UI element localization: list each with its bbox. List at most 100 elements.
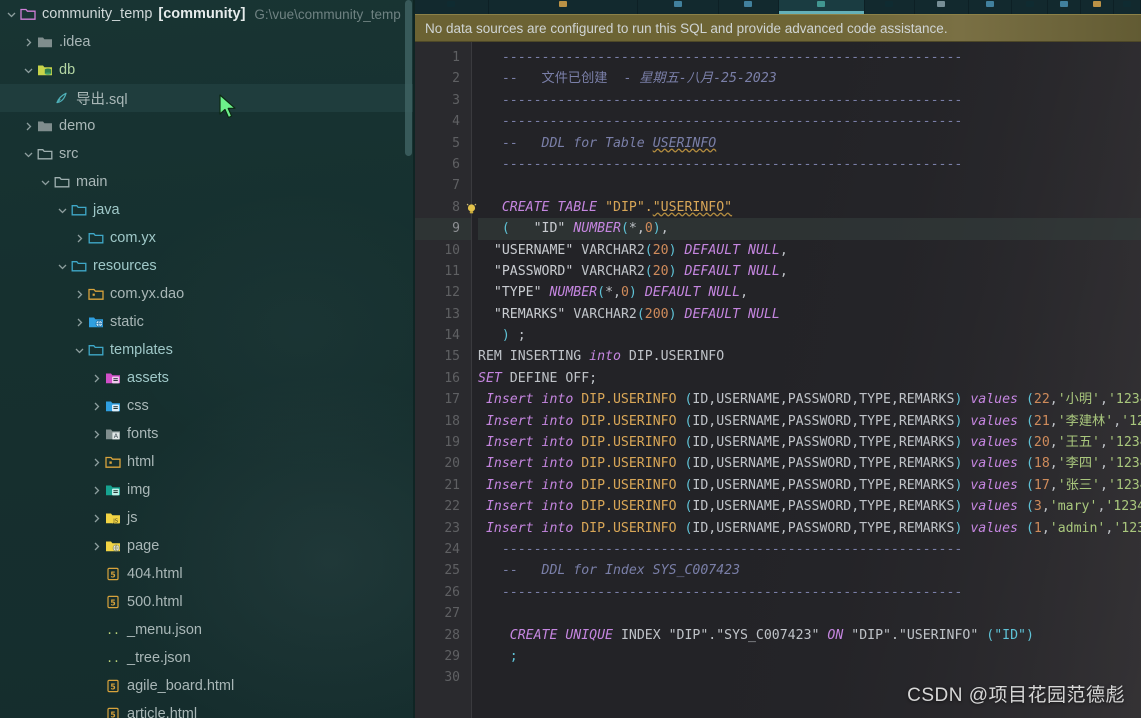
code-line[interactable]	[478, 667, 1141, 688]
code-line[interactable]: Insert into DIP.USERINFO (ID,USERNAME,PA…	[478, 496, 1141, 517]
sql-datasource-notification[interactable]: No data sources are configured to run th…	[415, 14, 1141, 42]
editor-tab[interactable]	[1012, 0, 1049, 14]
editor-tab[interactable]	[1081, 0, 1114, 14]
editor-tab-strip[interactable]	[415, 0, 1141, 14]
tree-item-404.html[interactable]: 5 404.html	[0, 560, 415, 588]
tree-item-java[interactable]: java	[0, 196, 415, 224]
chevron-down-icon[interactable]	[4, 0, 19, 28]
tree-item-db[interactable]: db	[0, 56, 415, 84]
tree-item-page[interactable]: page	[0, 532, 415, 560]
chevron-down-icon[interactable]	[21, 140, 36, 168]
tree-row-project-root[interactable]: community_temp [community] G:\vue\commun…	[0, 0, 415, 28]
code-line[interactable]: Insert into DIP.USERINFO (ID,USERNAME,PA…	[478, 411, 1141, 432]
editor-tab[interactable]	[719, 0, 779, 14]
editor-tab[interactable]	[488, 0, 639, 14]
tree-item-.sql[interactable]: 导出.sql	[0, 84, 415, 112]
code-editor[interactable]: 1 2 3 4 5 6 7 8 9 10 11 12 13 14 15 16 17 18 19 20 21 22 23 24 2…	[415, 42, 1141, 718]
chevron-right-icon[interactable]	[89, 420, 104, 448]
line-number[interactable]: 7	[415, 175, 471, 196]
tree-item-templates[interactable]: templates	[0, 336, 415, 364]
chevron-right-icon[interactable]	[72, 224, 87, 252]
line-number[interactable]: 22	[415, 496, 471, 517]
chevron-right-icon[interactable]	[72, 308, 87, 336]
tree-item-html[interactable]: html	[0, 448, 415, 476]
line-number[interactable]: 9	[415, 218, 471, 240]
line-number[interactable]: 12	[415, 282, 471, 303]
code-line[interactable]: "REMARKS" VARCHAR2(200) DEFAULT NULL	[478, 304, 1141, 325]
editor-tab[interactable]	[415, 0, 489, 14]
tree-item-com.yx[interactable]: com.yx	[0, 224, 415, 252]
code-line[interactable]: REM INSERTING into DIP.USERINFO	[478, 346, 1141, 367]
code-line[interactable]: CREATE TABLE "DIP"."USERINFO"	[478, 197, 1141, 218]
tree-item-agile_board.html[interactable]: 5 agile_board.html	[0, 672, 415, 700]
line-number[interactable]: 5	[415, 133, 471, 154]
line-number[interactable]: 30	[415, 667, 471, 688]
code-line[interactable]: "USERNAME" VARCHAR2(20) DEFAULT NULL,	[478, 240, 1141, 261]
code-line[interactable]: ----------------------------------------…	[478, 582, 1141, 603]
line-number[interactable]: 23	[415, 518, 471, 539]
code-line[interactable]: SET DEFINE OFF;	[478, 368, 1141, 389]
editor-tab-active[interactable]	[778, 0, 866, 14]
editor-tab[interactable]	[865, 0, 915, 14]
tree-item-js[interactable]: JS js	[0, 504, 415, 532]
tree-item-_menu.json[interactable]: {..} _menu.json	[0, 616, 415, 644]
line-number[interactable]: 27	[415, 603, 471, 624]
code-content[interactable]: ----------------------------------------…	[472, 42, 1141, 718]
line-number[interactable]: 13	[415, 304, 471, 325]
code-line[interactable]: ----------------------------------------…	[478, 154, 1141, 175]
line-number[interactable]: 11	[415, 261, 471, 282]
code-line[interactable]: Insert into DIP.USERINFO (ID,USERNAME,PA…	[478, 518, 1141, 539]
tree-item-article.html[interactable]: 5 article.html	[0, 700, 415, 718]
chevron-down-icon[interactable]	[72, 336, 87, 364]
code-line[interactable]: Insert into DIP.USERINFO (ID,USERNAME,PA…	[478, 475, 1141, 496]
chevron-down-icon[interactable]	[21, 56, 36, 84]
line-number[interactable]: 3	[415, 90, 471, 111]
tree-item-_tree.json[interactable]: {..} _tree.json	[0, 644, 415, 672]
project-tree[interactable]: community_temp [community] G:\vue\commun…	[0, 0, 415, 718]
line-number[interactable]: 15	[415, 346, 471, 367]
editor-tab[interactable]	[914, 0, 969, 14]
line-number[interactable]: 26	[415, 582, 471, 603]
code-line[interactable]: ( "ID" NUMBER(*,0),	[478, 218, 1141, 240]
code-line[interactable]: ) ;	[478, 325, 1141, 346]
code-line[interactable]: -- 文件已创建 - 星期五-八月-25-2023	[478, 68, 1141, 89]
line-number[interactable]: 25	[415, 560, 471, 581]
line-number[interactable]: 20	[415, 453, 471, 474]
chevron-right-icon[interactable]	[89, 504, 104, 532]
line-number[interactable]: 18	[415, 411, 471, 432]
line-number-gutter[interactable]: 1 2 3 4 5 6 7 8 9 10 11 12 13 14 15 16 17 18 19 20 21 22 23 24 2…	[415, 42, 477, 718]
line-number[interactable]: 6	[415, 154, 471, 175]
tree-item-img[interactable]: img	[0, 476, 415, 504]
chevron-down-icon[interactable]	[55, 252, 70, 280]
tree-item-static[interactable]: static	[0, 308, 415, 336]
tree-item-com.yx.dao[interactable]: com.yx.dao	[0, 280, 415, 308]
editor-tab[interactable]	[1113, 0, 1141, 14]
line-number[interactable]: 28	[415, 625, 471, 646]
chevron-right-icon[interactable]	[89, 364, 104, 392]
code-line[interactable]: ----------------------------------------…	[478, 47, 1141, 68]
line-number[interactable]: 4	[415, 111, 471, 132]
chevron-right-icon[interactable]	[89, 448, 104, 476]
sidebar-scrollbar[interactable]	[405, 0, 412, 156]
code-line[interactable]: -- DDL for Table USERINFO	[478, 133, 1141, 154]
code-line[interactable]: ;	[478, 646, 1141, 667]
line-number[interactable]: 19	[415, 432, 471, 453]
chevron-right-icon[interactable]	[89, 392, 104, 420]
chevron-right-icon[interactable]	[89, 476, 104, 504]
line-number[interactable]: 10	[415, 240, 471, 261]
tree-item-500.html[interactable]: 5 500.html	[0, 588, 415, 616]
code-line[interactable]: -- DDL for Index SYS_C007423	[478, 560, 1141, 581]
code-line[interactable]	[478, 603, 1141, 624]
chevron-right-icon[interactable]	[21, 112, 36, 140]
line-number[interactable]: 16	[415, 368, 471, 389]
code-line[interactable]: "PASSWORD" VARCHAR2(20) DEFAULT NULL,	[478, 261, 1141, 282]
line-number[interactable]: 21	[415, 475, 471, 496]
code-line[interactable]: "TYPE" NUMBER(*,0) DEFAULT NULL,	[478, 282, 1141, 303]
editor-tab[interactable]	[638, 0, 720, 14]
chevron-right-icon[interactable]	[21, 28, 36, 56]
code-line[interactable]	[478, 175, 1141, 196]
line-number[interactable]: 14	[415, 325, 471, 346]
tree-item-main[interactable]: main	[0, 168, 415, 196]
line-number[interactable]: 17	[415, 389, 471, 410]
tree-item-css[interactable]: css	[0, 392, 415, 420]
